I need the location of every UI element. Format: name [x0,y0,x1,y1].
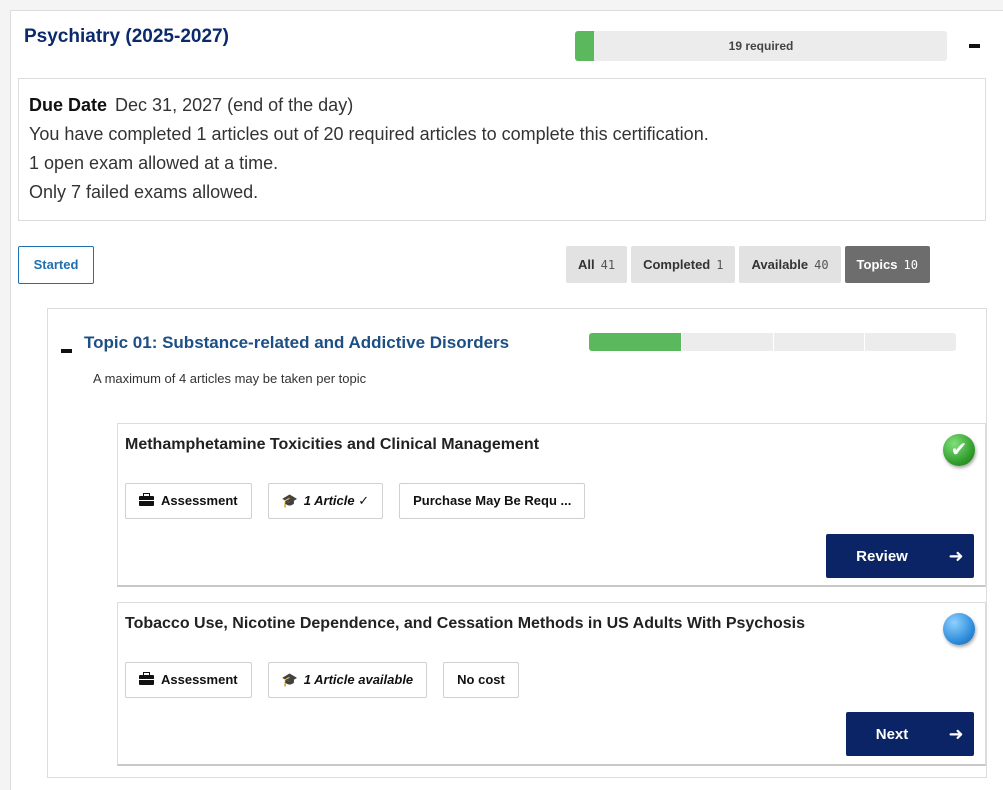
arrow-right-icon: ➜ [948,723,964,744]
available-dot-icon [943,613,975,645]
filter-tab-topics[interactable]: Topics 10 [844,246,930,283]
assessment-tag: Assessment [125,483,252,519]
certification-title: Psychiatry (2025-2027) [24,26,229,47]
article-card: Methamphetamine Toxicities and Clinical … [117,423,986,587]
progress-divider [680,333,682,351]
filter-tab-available[interactable]: Available 40 [739,246,841,283]
progress-divider [772,333,774,351]
certification-info-box: Due Date Dec 31, 2027 (end of the day) Yo… [18,78,986,221]
filter-label: All [578,257,595,272]
briefcase-icon [139,672,154,685]
article-tags: Assessment 🎓 1 Article ✓ Purchase May Be … [125,483,586,519]
due-date-line: Due Date Dec 31, 2027 (end of the day) [29,91,975,120]
collapse-certification-button[interactable] [966,34,986,56]
assessment-tag: Assessment [125,662,252,698]
started-filter-button[interactable]: Started [18,246,94,284]
button-label: Review [856,547,908,565]
next-button[interactable]: Next ➜ [846,712,974,756]
graduation-cap-icon: 🎓 [281,672,298,687]
filter-tab-all[interactable]: All 41 [566,246,628,283]
due-date-label: Due Date [29,95,108,115]
filter-label: Available [751,257,809,272]
tag-label: Assessment [161,672,238,687]
graduation-cap-icon: 🎓 [281,493,298,508]
open-exam-text: 1 open exam allowed at a time. [29,153,279,173]
failed-exam-text: Only 7 failed exams allowed. [29,182,259,202]
certification-progress-bar: 19 required [575,31,947,61]
topic-progress-fill [589,333,681,351]
briefcase-icon [139,493,154,506]
filter-tabs: All 41 Completed 1 Available 40 Topics 10 [566,246,930,283]
review-button[interactable]: Review ➜ [826,534,974,578]
article-title[interactable]: Methamphetamine Toxicities and Clinical … [125,436,539,454]
progress-divider [864,333,866,351]
tag-label: 1 Article ✓ [303,493,370,508]
tag-label: 1 Article available [303,672,414,687]
article-title[interactable]: Tobacco Use, Nicotine Dependence, and Ce… [125,615,805,633]
button-label: Next [875,725,909,743]
filter-label: Completed [643,257,711,272]
tag-label: Assessment [161,493,238,508]
topic-title[interactable]: Topic 01: Substance-related and Addictiv… [84,333,509,353]
filter-label: Topics [856,257,898,272]
certification-progress-label: 19 required [728,39,794,53]
filter-count: 41 [600,258,616,272]
arrow-right-icon: ➜ [948,545,964,566]
filter-count: 10 [903,258,918,272]
topic-progress-bar [589,333,956,351]
completion-text: You have completed 1 articles out of 20 … [29,124,709,144]
tag-label: No cost [457,672,505,687]
article-card: Tobacco Use, Nicotine Dependence, and Ce… [117,602,986,766]
filter-count: 1 [716,258,724,272]
due-date-value: Dec 31, 2027 (end of the day) [115,95,354,115]
topic-note: A maximum of 4 articles may be taken per… [93,371,367,386]
article-count-tag: 🎓 1 Article available [267,662,428,698]
cost-tag: No cost [443,662,519,698]
tag-label: Purchase May Be Requ ... [413,493,572,508]
article-count-tag: 🎓 1 Article ✓ [267,483,384,519]
collapse-topic-button[interactable] [60,342,76,358]
cost-tag: Purchase May Be Requ ... [399,483,586,519]
filter-count: 40 [814,258,829,272]
completed-check-icon [943,434,975,466]
article-tags: Assessment 🎓 1 Article available No cost [125,662,519,698]
filter-tab-completed[interactable]: Completed 1 [631,246,736,283]
